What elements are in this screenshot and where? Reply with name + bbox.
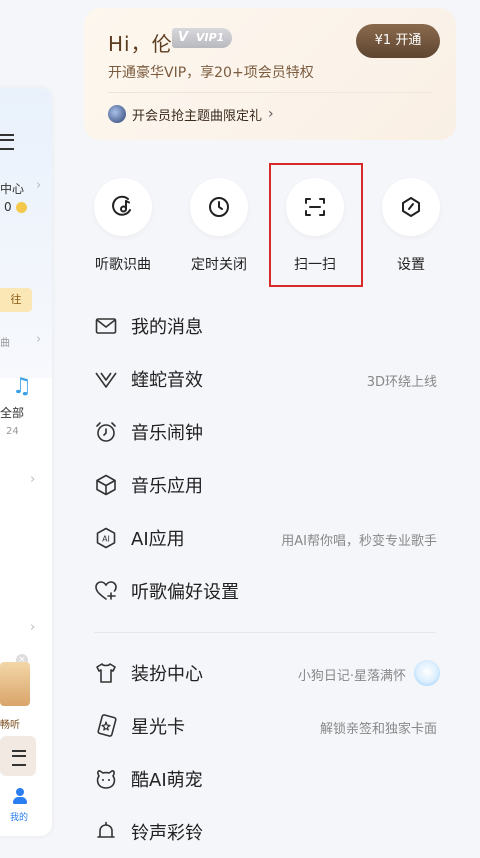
playlist-icon: [12, 750, 26, 766]
menu-item-ai-pet[interactable]: 酷AI萌宠: [94, 753, 440, 805]
menu-item-ai-apps[interactable]: AI AI应用 用AI帮你唱，秒变专业歌手: [94, 512, 440, 564]
sleep-timer-button[interactable]: 定时关闭: [174, 178, 264, 274]
menu-item-viper-sound[interactable]: 蝰蛇音效 3D环绕上线: [94, 353, 440, 405]
cube-icon: [94, 473, 118, 497]
mail-icon: [94, 314, 118, 338]
promo-box-image: [0, 662, 30, 706]
heart-settings-icon: [94, 579, 118, 603]
promo-avatar: [108, 105, 126, 123]
menu-item-music-apps[interactable]: 音乐应用: [94, 459, 440, 511]
bg-song-label: 曲: [0, 338, 10, 349]
menu-icon[interactable]: [0, 134, 14, 150]
bg-center-label: 中心: [0, 182, 25, 196]
menu-item-starlight-card[interactable]: 星光卡 解锁亲签和独家卡面: [94, 700, 440, 752]
tshirt-icon: [94, 661, 118, 685]
greeting: Hi，伦: [108, 32, 173, 56]
vip-card[interactable]: Hi，伦 V VIP1 开通豪华VIP，享20+项会员特权 ¥1 开通 开会员抢…: [84, 8, 456, 140]
menu-item-ringtones[interactable]: 铃声彩铃: [94, 806, 440, 858]
music-recognition-button[interactable]: 听歌识曲: [78, 178, 168, 274]
vip-v-icon: V: [178, 30, 189, 45]
bell-icon: [94, 820, 118, 844]
bg-count: 24: [6, 426, 19, 437]
viper-sound-icon: [94, 367, 118, 391]
bg-coin-count: 0: [4, 200, 12, 214]
bg-goto-button[interactable]: 往: [0, 288, 32, 312]
menu-item-messages[interactable]: 我的消息: [94, 300, 440, 352]
chevron-right-icon: ›: [30, 620, 36, 635]
tab-mine-label[interactable]: 我的: [10, 810, 28, 823]
vip-open-button[interactable]: ¥1 开通: [356, 24, 440, 58]
clock-icon: [190, 178, 248, 236]
music-recognition-icon: [94, 178, 152, 236]
settings-button[interactable]: 设置: [366, 178, 456, 274]
bg-all-label[interactable]: 全部: [0, 404, 24, 421]
chevron-right-icon: ›: [268, 106, 274, 122]
settings-icon: [382, 178, 440, 236]
vip-badge: V VIP1: [172, 28, 232, 48]
music-note-icon: ♫: [12, 374, 32, 399]
scan-highlight-box: [269, 163, 363, 287]
menu-item-listening-preferences[interactable]: 听歌偏好设置: [94, 565, 440, 617]
ai-icon: AI: [94, 526, 118, 550]
svg-text:AI: AI: [102, 535, 110, 544]
chevron-right-icon: ›: [36, 332, 42, 347]
side-drawer: Hi，伦 V VIP1 开通豪华VIP，享20+项会员特权 ¥1 开通 开会员抢…: [60, 0, 480, 844]
coin-icon: [16, 202, 27, 213]
menu-item-music-alarm[interactable]: 音乐闹钟: [94, 406, 440, 458]
chevron-right-icon: ›: [30, 472, 36, 487]
star-card-icon: [94, 714, 118, 738]
vip-promo-link[interactable]: 开会员抢主题曲限定礼 ›: [108, 104, 274, 124]
divider: [108, 92, 432, 93]
user-icon[interactable]: [12, 788, 28, 804]
dressup-avatar: [414, 660, 440, 686]
vip-subtitle: 开通豪华VIP，享20+项会员特权: [108, 65, 314, 81]
chevron-right-icon: ›: [36, 178, 42, 193]
divider: [94, 632, 436, 633]
pet-icon: [94, 767, 118, 791]
menu-item-dressup-center[interactable]: 装扮中心 小狗日记·星落满怀: [94, 647, 440, 699]
alarm-clock-icon: [94, 420, 118, 444]
bg-listen-label: 畅听: [0, 720, 20, 731]
background-page: 中心 › 0 往 曲 › ♫ 全部 24 › › × 畅听 我的: [0, 88, 52, 836]
